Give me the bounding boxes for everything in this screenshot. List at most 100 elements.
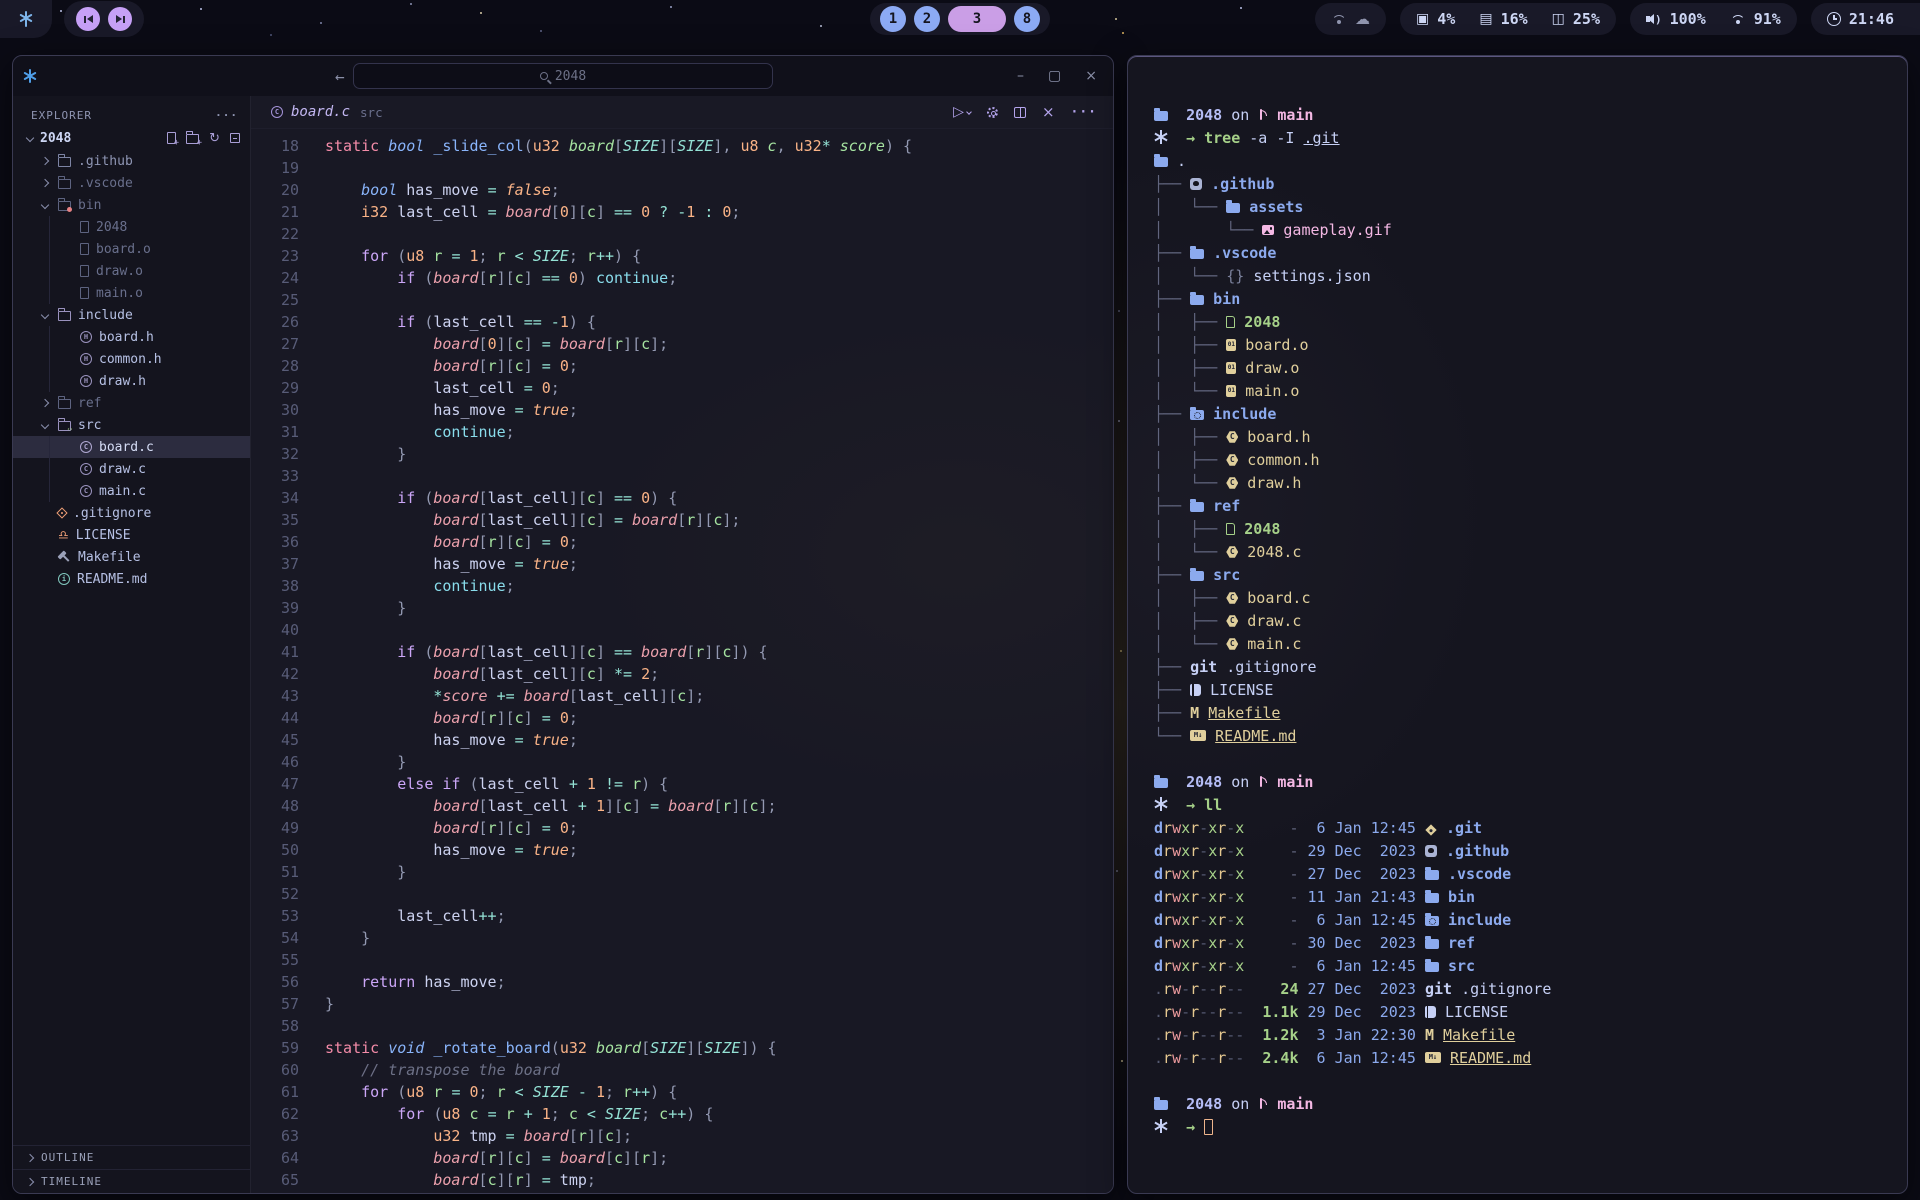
editor-more-icon[interactable]: ··· bbox=[1071, 105, 1097, 120]
search-icon bbox=[540, 72, 548, 80]
file-item-.gitignore[interactable]: .gitignore bbox=[13, 502, 250, 524]
run-dropdown-icon[interactable] bbox=[966, 109, 972, 115]
line-number: 30 bbox=[251, 399, 299, 421]
network-indicators[interactable]: ☁ bbox=[1315, 3, 1386, 35]
hexC-icon bbox=[1226, 638, 1238, 650]
chevron-down-icon bbox=[26, 134, 34, 142]
github-icon bbox=[1425, 845, 1437, 857]
terminal-line: .rw-r--r-- 1.1k 29 Dec 2023 LICENSE bbox=[1154, 1001, 1881, 1024]
file-item-draw.h[interactable]: draw.h bbox=[13, 370, 250, 392]
project-root-folder[interactable]: 2048 ↻ bbox=[13, 126, 250, 150]
file-item-ref[interactable]: ref bbox=[13, 392, 250, 414]
file-item-README.md[interactable]: README.md bbox=[13, 568, 250, 590]
code-view[interactable]: 18static bool _slide_col(u32 board[SIZE]… bbox=[251, 129, 1113, 1193]
close-button[interactable]: × bbox=[1085, 68, 1097, 84]
file-item-board.o[interactable]: board.o bbox=[13, 238, 250, 260]
terminal-line: │ ├── board.h bbox=[1154, 426, 1881, 449]
line-number: 61 bbox=[251, 1081, 299, 1103]
file-item-.github[interactable]: .github bbox=[13, 150, 250, 172]
file-item-draw.c[interactable]: draw.c bbox=[13, 458, 250, 480]
line-number: 18 bbox=[251, 135, 299, 157]
line-number: 31 bbox=[251, 421, 299, 443]
cur-icon bbox=[1204, 1119, 1213, 1135]
file-label: board.o bbox=[96, 242, 151, 257]
code-line: 60 // transpose the board bbox=[251, 1059, 1113, 1081]
media-next-button[interactable] bbox=[108, 7, 132, 31]
split-editor-icon[interactable] bbox=[1014, 107, 1026, 118]
terminal-line: 2048 on main bbox=[1154, 1093, 1881, 1116]
code-line: 33 bbox=[251, 465, 1113, 487]
file-item-common.h[interactable]: common.h bbox=[13, 348, 250, 370]
workspace-3-active[interactable]: 3 bbox=[948, 6, 1006, 32]
code-line: 35 board[last_cell][c] = board[r][c]; bbox=[251, 509, 1113, 531]
tab-board-c[interactable]: board.c src bbox=[271, 104, 383, 120]
foldgear-icon bbox=[1190, 410, 1204, 420]
prev-icon bbox=[87, 15, 93, 23]
folder-icon bbox=[1425, 962, 1439, 972]
terminal-line: ├── ref bbox=[1154, 495, 1881, 518]
close-editor-icon[interactable]: × bbox=[1042, 103, 1055, 121]
explorer-more-button[interactable]: ··· bbox=[215, 109, 238, 122]
system-stats[interactable]: ▣ 4% ▤ 16% ◫ 25% bbox=[1400, 3, 1616, 35]
file-item-bin[interactable]: bin bbox=[13, 194, 250, 216]
ram-icon: ▤ bbox=[1479, 11, 1492, 27]
vscode-titlebar[interactable]: ← → 2048 – ▢ × bbox=[13, 56, 1113, 96]
code-line: 42 board[last_cell][c] *= 2; bbox=[251, 663, 1113, 685]
file-label: draw.o bbox=[96, 264, 143, 279]
workspace-2[interactable]: 2 bbox=[914, 6, 940, 32]
line-number: 48 bbox=[251, 795, 299, 817]
terminal-window[interactable]: 2048 on main → tree -a -I .git .├── .git… bbox=[1127, 55, 1908, 1194]
editor-tab-bar: board.c src ▷ × ··· bbox=[251, 96, 1113, 129]
line-number: 21 bbox=[251, 201, 299, 223]
terminal-line: → ll bbox=[1154, 794, 1881, 817]
nix-menu-button[interactable] bbox=[0, 0, 52, 38]
nav-back-button[interactable]: ← bbox=[335, 67, 345, 86]
file-item-draw.o[interactable]: draw.o bbox=[13, 260, 250, 282]
media-prev-button[interactable] bbox=[76, 7, 100, 31]
code-line: 26 if (last_cell == -1) { bbox=[251, 311, 1113, 333]
file-item-board.c[interactable]: board.c bbox=[13, 436, 250, 458]
terminal-line: drwxr-xr-x - 30 Dec 2023 ref bbox=[1154, 932, 1881, 955]
maximize-button[interactable]: ▢ bbox=[1048, 68, 1061, 84]
code-line: 63 u32 tmp = board[r][c]; bbox=[251, 1125, 1113, 1147]
terminal-line: │ ├── draw.c bbox=[1154, 610, 1881, 633]
run-button[interactable]: ▷ bbox=[953, 104, 964, 120]
file-item-Makefile[interactable]: Makefile bbox=[13, 546, 250, 568]
outline-panel-header[interactable]: OUTLINE bbox=[13, 1145, 250, 1169]
timeline-panel-header[interactable]: TIMELINE bbox=[13, 1169, 250, 1193]
volume-level: 100% bbox=[1670, 10, 1706, 28]
book-icon bbox=[1190, 684, 1201, 696]
line-number: 35 bbox=[251, 509, 299, 531]
file-label: Makefile bbox=[78, 550, 141, 565]
terminal-line: │ ├── 2048 bbox=[1154, 518, 1881, 541]
file-item-LICENSE[interactable]: LICENSE bbox=[13, 524, 250, 546]
file-item-main.c[interactable]: main.c bbox=[13, 480, 250, 502]
terminal-line: .rw-r--r-- 24 27 Dec 2023 git .gitignore bbox=[1154, 978, 1881, 1001]
folderop-icon bbox=[1154, 1100, 1168, 1110]
collapse-folders-button[interactable] bbox=[230, 133, 240, 143]
vscode-window: ← → 2048 – ▢ × EXPLORER ··· 2048 bbox=[12, 55, 1114, 1194]
file-item-include[interactable]: include bbox=[13, 304, 250, 326]
file-item-board.h[interactable]: board.h bbox=[13, 326, 250, 348]
explorer-sidebar: EXPLORER ··· 2048 ↻ .github.vscodebin204… bbox=[13, 96, 251, 1193]
code-line: 40 bbox=[251, 619, 1113, 641]
file-item-.vscode[interactable]: .vscode bbox=[13, 172, 250, 194]
file-item-2048[interactable]: 2048 bbox=[13, 216, 250, 238]
workspace-8[interactable]: 8 bbox=[1014, 6, 1040, 32]
ringH-icon bbox=[80, 375, 92, 387]
command-center-search[interactable]: 2048 bbox=[353, 63, 773, 89]
refresh-explorer-button[interactable]: ↻ bbox=[209, 131, 220, 146]
audio-wifi-stats[interactable]: ) 100% 91% bbox=[1630, 3, 1797, 35]
disk-usage: 25% bbox=[1573, 10, 1600, 28]
code-line: 19 bbox=[251, 157, 1113, 179]
new-file-button[interactable] bbox=[167, 132, 176, 144]
info-icon bbox=[58, 573, 70, 585]
workspace-1[interactable]: 1 bbox=[880, 6, 906, 32]
file-item-main.o[interactable]: main.o bbox=[13, 282, 250, 304]
terminal-line: ├── .github bbox=[1154, 173, 1881, 196]
file-item-src[interactable]: src bbox=[13, 414, 250, 436]
new-folder-button[interactable] bbox=[186, 134, 199, 144]
clock-widget[interactable]: 21:46 bbox=[1811, 3, 1920, 35]
minimize-button[interactable]: – bbox=[1017, 68, 1024, 84]
settings-gear-icon[interactable] bbox=[987, 107, 998, 118]
